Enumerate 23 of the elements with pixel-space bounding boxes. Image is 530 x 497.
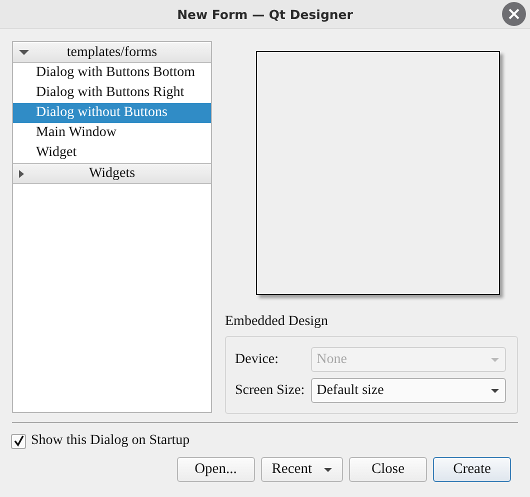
- tree-item[interactable]: Main Window: [13, 123, 211, 143]
- caret-icon[interactable]: [324, 468, 332, 472]
- tree-header[interactable]: templates/forms: [13, 42, 211, 63]
- dialog-button[interactable]: Create: [433, 457, 511, 482]
- tree-item[interactable]: Dialog with Buttons Bottom: [13, 63, 211, 83]
- window-title: New Form — Qt Designer: [177, 6, 353, 22]
- tree-item[interactable]: Widget: [13, 143, 211, 163]
- tree-item[interactable]: Dialog with Buttons Right: [13, 83, 211, 103]
- checkbox-label: Show this Dialog on Startup: [31, 433, 190, 449]
- field-label: Screen Size:: [235, 382, 306, 398]
- expand-arrow-icon[interactable]: [19, 170, 24, 178]
- dialog-button[interactable]: Close: [349, 457, 427, 482]
- tree-item[interactable]: Dialog without Buttons: [13, 103, 211, 123]
- field-label: Device:: [235, 352, 280, 368]
- section-label: Embedded Design: [225, 314, 328, 330]
- checkbox[interactable]: [11, 434, 26, 448]
- close-icon[interactable]: [501, 1, 527, 27]
- dropdown[interactable]: Default size: [310, 378, 506, 403]
- collapse-arrow-icon[interactable]: [19, 50, 29, 55]
- dialog-button[interactable]: Open...: [176, 457, 255, 482]
- dialog-button[interactable]: Recent: [260, 457, 343, 482]
- caret-icon[interactable]: [491, 388, 499, 392]
- tree-header[interactable]: Widgets: [13, 163, 211, 184]
